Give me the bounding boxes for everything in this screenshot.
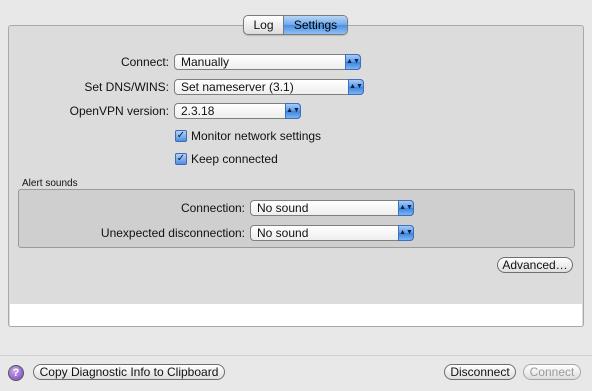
help-icon[interactable]: ? <box>8 365 24 381</box>
monitor-checkbox[interactable]: ✓ Monitor network settings <box>175 129 321 143</box>
advanced-button[interactable]: Advanced… <box>497 257 573 273</box>
disconnection-sound-label: Unexpected disconnection: <box>100 226 245 240</box>
checkmark-icon: ✓ <box>175 153 187 165</box>
popup-arrows-icon: ▲▼ <box>285 103 301 119</box>
dns-row: Set DNS/WINS: Set nameserver (3.1) ▲▼ <box>9 78 364 96</box>
openvpn-value: 2.3.18 <box>181 104 215 118</box>
connection-sound-label: Connection: <box>180 201 245 215</box>
monitor-label: Monitor network settings <box>191 129 322 143</box>
connect-popup[interactable]: Manually ▲▼ <box>174 54 361 70</box>
connect-value: Manually <box>181 55 230 69</box>
disconnection-sound-row: Unexpected disconnection: No sound ▲▼ <box>19 224 414 242</box>
dns-value: Set nameserver (3.1) <box>181 80 294 94</box>
connect-row: Connect: Manually ▲▼ <box>9 53 361 71</box>
popup-arrows-icon: ▲▼ <box>398 225 414 241</box>
disconnection-sound-value: No sound <box>257 226 309 240</box>
keep-label: Keep connected <box>191 152 278 166</box>
dns-label: Set DNS/WINS: <box>84 80 169 94</box>
connect-button[interactable]: Connect <box>523 364 581 380</box>
alert-sounds-title: Alert sounds <box>22 178 78 189</box>
openvpn-popup[interactable]: 2.3.18 ▲▼ <box>174 103 301 119</box>
alert-sounds-group: Connection: No sound ▲▼ Unexpected disco… <box>18 189 575 248</box>
dns-popup[interactable]: Set nameserver (3.1) ▲▼ <box>174 79 364 95</box>
popup-arrows-icon: ▲▼ <box>398 200 414 216</box>
openvpn-row: OpenVPN version: 2.3.18 ▲▼ <box>9 102 301 120</box>
popup-arrows-icon: ▲▼ <box>345 54 361 70</box>
checkmark-icon: ✓ <box>175 130 187 142</box>
disconnect-button[interactable]: Disconnect <box>444 364 516 380</box>
divider <box>0 355 592 356</box>
disconnection-sound-popup[interactable]: No sound ▲▼ <box>250 225 414 241</box>
popup-arrows-icon: ▲▼ <box>348 79 364 95</box>
keep-connected-checkbox[interactable]: ✓ Keep connected <box>175 152 278 166</box>
empty-area <box>10 304 582 326</box>
tab-log[interactable]: Log <box>244 16 284 34</box>
settings-panel: Connect: Manually ▲▼ Set DNS/WINS: Set n… <box>8 25 584 327</box>
connection-sound-popup[interactable]: No sound ▲▼ <box>250 200 414 216</box>
connect-label: Connect: <box>120 55 169 69</box>
copy-diagnostic-button[interactable]: Copy Diagnostic Info to Clipboard <box>33 364 225 380</box>
openvpn-label: OpenVPN version: <box>69 104 169 118</box>
connection-sound-value: No sound <box>257 201 309 215</box>
tab-settings[interactable]: Settings <box>284 16 347 34</box>
tab-bar: Log Settings <box>243 15 348 35</box>
connection-sound-row: Connection: No sound ▲▼ <box>19 199 414 217</box>
